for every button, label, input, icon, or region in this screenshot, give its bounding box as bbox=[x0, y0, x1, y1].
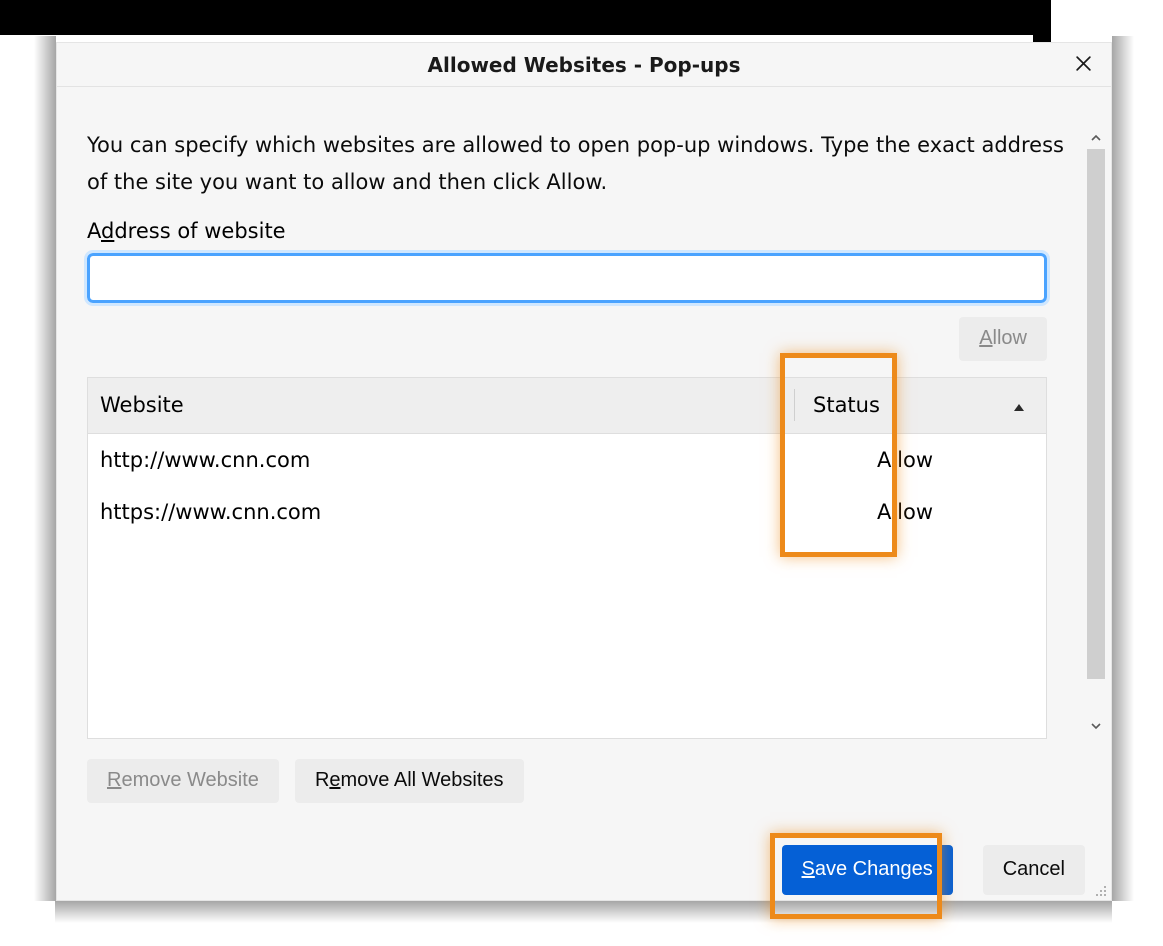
scroll-up-button[interactable] bbox=[1085, 127, 1107, 149]
cancel-btn-label: Cancel bbox=[1003, 858, 1065, 881]
shadow-right bbox=[1112, 36, 1134, 901]
column-header-status[interactable]: Status bbox=[795, 378, 1046, 433]
address-label: Address of website bbox=[87, 219, 1073, 243]
remove-all-btn-accel: e bbox=[329, 769, 340, 792]
save-changes-button[interactable]: Save Changes bbox=[782, 845, 953, 895]
dialog-description: You can specify which websites are allow… bbox=[87, 127, 1073, 201]
allow-btn-post: llow bbox=[993, 327, 1027, 350]
scroll-track[interactable] bbox=[1085, 149, 1107, 715]
cell-status: Allow bbox=[794, 448, 1046, 472]
sort-ascending-icon bbox=[1012, 393, 1026, 417]
remove-btn-accel: R bbox=[107, 769, 121, 792]
popup-exceptions-dialog: Allowed Websites - Pop-ups You can speci… bbox=[56, 42, 1112, 901]
scroll-down-button[interactable] bbox=[1085, 715, 1107, 737]
column-header-status-label: Status bbox=[813, 393, 880, 417]
allow-button[interactable]: Allow bbox=[959, 317, 1047, 361]
remove-btn-post: emove Website bbox=[121, 769, 258, 792]
cell-website: http://www.cnn.com bbox=[88, 448, 794, 472]
decorative-top-border bbox=[0, 0, 1050, 35]
close-button[interactable] bbox=[1055, 43, 1111, 87]
table-row[interactable]: http://www.cnn.com Allow bbox=[88, 434, 1046, 486]
vertical-scrollbar[interactable] bbox=[1085, 127, 1107, 737]
address-label-accel: d bbox=[101, 219, 114, 243]
address-input[interactable] bbox=[87, 253, 1047, 303]
address-label-pre: A bbox=[87, 219, 101, 243]
remove-website-button[interactable]: Remove Website bbox=[87, 759, 279, 803]
table-header: Website Status bbox=[88, 378, 1046, 434]
dialog-titlebar: Allowed Websites - Pop-ups bbox=[57, 43, 1111, 87]
save-btn-post: ave Changes bbox=[815, 858, 933, 881]
shadow-left bbox=[34, 36, 56, 901]
table-row[interactable]: https://www.cnn.com Allow bbox=[88, 486, 1046, 538]
remove-all-websites-button[interactable]: Remove All Websites bbox=[295, 759, 524, 803]
resize-grip-icon[interactable] bbox=[1093, 882, 1107, 896]
dialog-title: Allowed Websites - Pop-ups bbox=[428, 53, 741, 77]
column-header-website-label: Website bbox=[100, 393, 184, 417]
remove-all-btn-pre: R bbox=[315, 769, 329, 792]
cell-website: https://www.cnn.com bbox=[88, 500, 794, 524]
allow-btn-accel: A bbox=[979, 327, 992, 350]
save-btn-accel: S bbox=[802, 858, 815, 881]
cancel-button[interactable]: Cancel bbox=[983, 845, 1085, 895]
chevron-up-icon bbox=[1090, 129, 1102, 148]
column-header-website[interactable]: Website bbox=[88, 378, 794, 433]
allowed-sites-table: Website Status http://www.cnn.com Allow bbox=[87, 377, 1047, 739]
address-label-post: dress of website bbox=[114, 219, 285, 243]
decorative-corner bbox=[1033, 0, 1051, 47]
cell-status: Allow bbox=[794, 500, 1046, 524]
remove-all-btn-post: move All Websites bbox=[341, 769, 504, 792]
chevron-down-icon bbox=[1090, 717, 1102, 736]
close-icon bbox=[1075, 55, 1092, 76]
save-highlight-wrap: Save Changes bbox=[770, 833, 965, 907]
scroll-thumb[interactable] bbox=[1087, 149, 1105, 679]
